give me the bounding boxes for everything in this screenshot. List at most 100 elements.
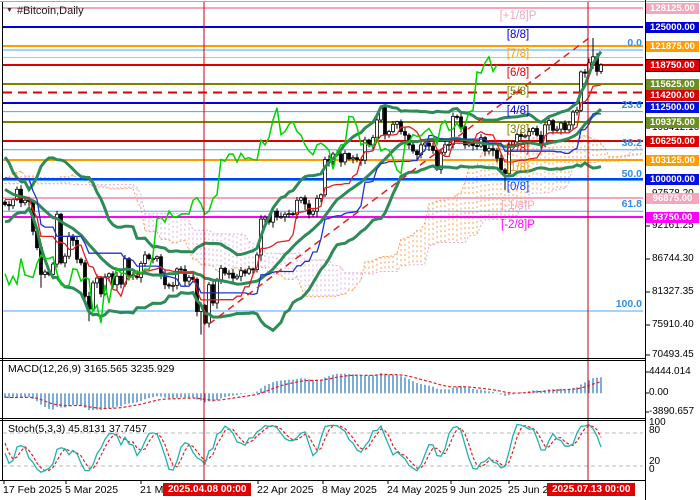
candle-body — [148, 255, 151, 259]
candle-body — [172, 285, 175, 286]
murrey-level-label: [+1/8]P — [473, 10, 563, 22]
murrey-level-label: [-1/8]P — [473, 200, 563, 212]
x-axis-date-badge: 2025.07.13 00:00 — [547, 483, 635, 496]
macd-axis-tick: -3890.657 — [649, 407, 694, 417]
symbol-text: #Bitcoin,Daily — [17, 5, 84, 17]
symbol-label: ▼ #Bitcoin,Daily — [6, 5, 84, 17]
murrey-level-label: [0/8] — [473, 181, 563, 193]
price-axis-badge: 112500.00 — [646, 102, 699, 113]
candle-body — [236, 276, 239, 278]
murrey-level-label: [7/8] — [473, 48, 563, 60]
candle-body — [564, 123, 567, 130]
candle-body — [460, 117, 463, 127]
murrey-level-label: [1/8] — [473, 162, 563, 174]
fib-level-label: 50.0 — [562, 168, 642, 180]
candle-body — [168, 285, 171, 286]
candle-body — [444, 145, 447, 152]
price-axis-tick: 92161.25 — [652, 221, 694, 231]
x-axis-date-label: 9 Jun 2025 — [450, 484, 502, 496]
x-axis-date-label: 24 May 2025 — [387, 484, 448, 496]
candle-body — [276, 211, 279, 216]
candle-body — [376, 120, 379, 138]
candle-body — [56, 214, 59, 264]
macd-axis-tick: 0.00 — [649, 388, 668, 398]
candle-body — [388, 132, 391, 135]
candle-body — [340, 154, 343, 162]
candle-body — [80, 259, 83, 263]
candle-body — [312, 211, 315, 214]
murrey-level-label: [-2/8]P — [473, 219, 563, 231]
candle-body — [412, 145, 415, 151]
murrey-level-label: [8/8] — [473, 29, 563, 41]
candle-body — [64, 256, 67, 263]
candle-body — [4, 202, 7, 204]
price-axis-tick: 81327.35 — [652, 287, 694, 297]
price-axis-badge: 106250.00 — [646, 136, 699, 147]
price-axis-badge: 118750.00 — [646, 60, 699, 71]
price-axis-badge: 100000.00 — [646, 174, 699, 185]
price-axis-badge: 103125.00 — [646, 155, 699, 166]
price-axis-tick: 86744.30 — [652, 254, 694, 264]
trading-chart-window: 108412.1097578.2092161.2586744.3081327.3… — [0, 0, 700, 500]
x-axis-date-badge: 2025.04.08 00:00 — [163, 483, 251, 496]
macd-axis-tick: 4444.014 — [649, 367, 691, 377]
candle-body — [284, 214, 287, 216]
price-axis-badge: 96875.00 — [646, 193, 699, 204]
collapse-icon[interactable]: ▼ — [6, 7, 13, 14]
murrey-level-label: [5/8] — [473, 86, 563, 98]
fib-level-label: 23.6 — [562, 99, 642, 111]
price-axis-badge: 93750.00 — [646, 212, 699, 223]
candle-body — [84, 263, 87, 296]
candle-body — [76, 240, 79, 259]
candle-body — [568, 125, 571, 130]
candle-body — [384, 108, 387, 135]
candle-body — [600, 65, 603, 71]
fib-level-label: 38.2 — [562, 137, 642, 149]
price-axis-badge: 115625.00 — [646, 79, 699, 90]
candle-body — [244, 271, 247, 273]
candle-body — [348, 153, 351, 158]
candle-body — [456, 116, 459, 117]
candle-body — [288, 214, 291, 215]
price-axis-badge: 121875.00 — [646, 41, 699, 52]
candle-body — [416, 151, 419, 155]
price-axis-tick: 75910.40 — [652, 320, 694, 330]
candle-body — [232, 273, 235, 278]
x-axis-date-label: 22 Apr 2025 — [257, 484, 314, 496]
candle-body — [144, 255, 147, 264]
candle-body — [304, 198, 307, 204]
x-axis-date-label: 8 May 2025 — [322, 484, 377, 496]
candle-body — [12, 200, 15, 206]
candle-body — [188, 277, 191, 281]
candle-body — [292, 214, 295, 215]
candle-body — [68, 236, 71, 256]
candle-body — [228, 273, 231, 274]
fib-level-label: 0.0 — [562, 37, 642, 49]
murrey-level-label: [4/8] — [473, 105, 563, 117]
candle-body — [572, 112, 575, 125]
price-axis-badge: 114200.00 — [646, 90, 699, 101]
price-axis-badge: 109375.00 — [646, 117, 699, 128]
candle-body — [128, 259, 131, 275]
fib-level-label: 100.0 — [562, 298, 642, 310]
candle-body — [300, 198, 303, 200]
candle-body — [356, 158, 359, 160]
candle-body — [224, 268, 227, 273]
stoch-indicator-label: Stoch(5,3,3) 45.8131 37.7457 — [8, 423, 147, 435]
murrey-level-label: [2/8] — [473, 143, 563, 155]
candle-body — [404, 132, 407, 136]
stoch-axis-tick: 80 — [649, 426, 660, 436]
candle-body — [344, 153, 347, 162]
candle-body — [584, 72, 587, 73]
price-axis-badge: 128125.00 — [646, 3, 699, 14]
candle-body — [136, 276, 139, 277]
candle-body — [156, 257, 159, 259]
candle-body — [96, 278, 99, 283]
macd-indicator-label: MACD(12,26,9) 3165.565 3235.929 — [8, 363, 174, 375]
candle-body — [352, 158, 355, 159]
candle-body — [208, 285, 211, 323]
candle-body — [396, 122, 399, 124]
murrey-level-label: [6/8] — [473, 67, 563, 79]
candle-body — [392, 124, 395, 131]
candle-body — [264, 217, 267, 219]
